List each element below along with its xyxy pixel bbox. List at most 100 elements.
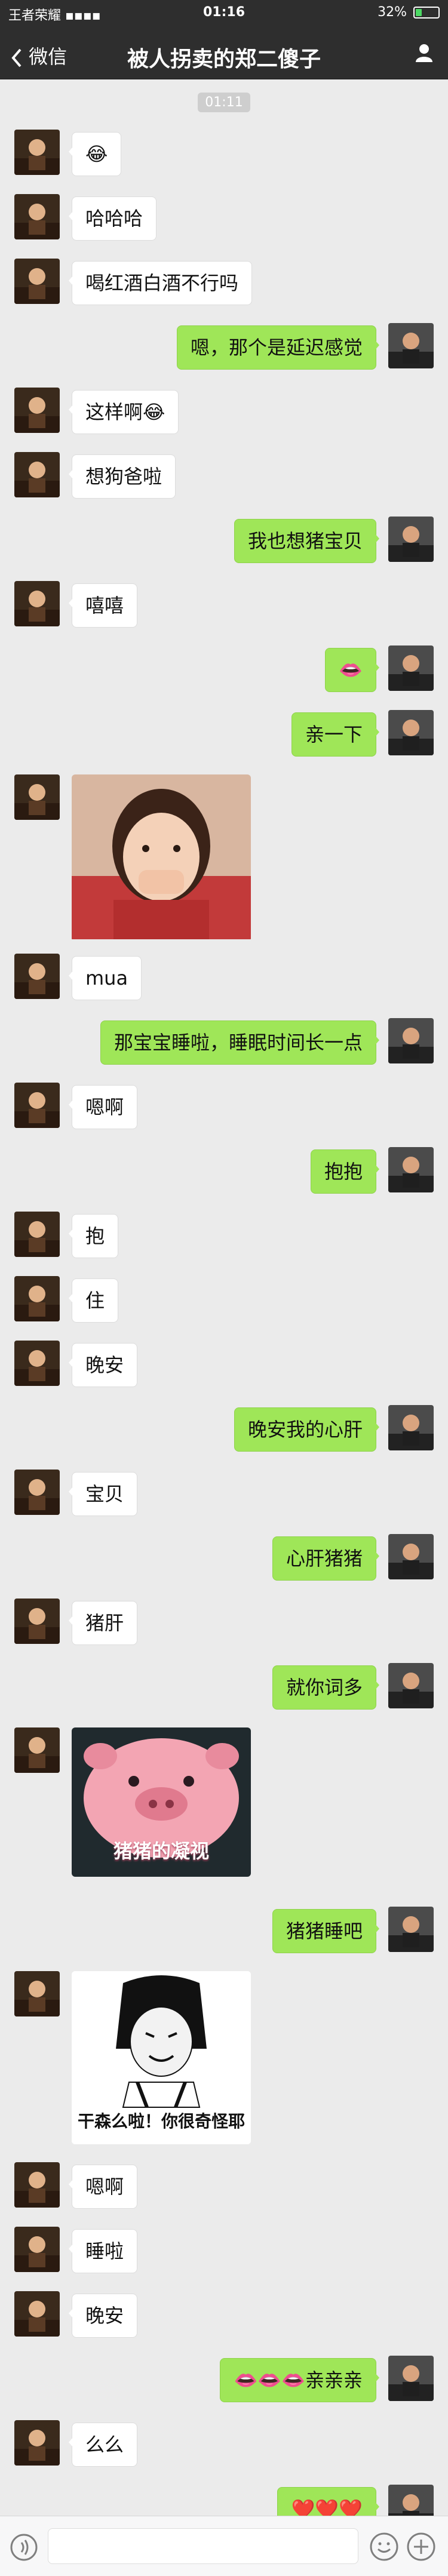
message-text: 想狗爸啦 — [85, 465, 162, 488]
message-bubble[interactable]: 就你词多 — [272, 1665, 380, 1710]
message-text: 晚安我的心肝 — [247, 1418, 363, 1441]
message-text: 👄 — [339, 659, 363, 681]
contact-avatar[interactable] — [14, 1971, 60, 2016]
message-text: 👄👄👄亲亲亲 — [234, 2369, 363, 2391]
message-input[interactable] — [48, 2528, 358, 2564]
self-avatar[interactable] — [388, 323, 434, 368]
sticker-caption: 猪猪的凝视 — [113, 1840, 209, 1862]
contact-avatar[interactable] — [14, 1727, 60, 1773]
message-text: 抱抱 — [324, 1160, 363, 1183]
message-bubble[interactable]: 嗯，那个是延迟感觉 — [176, 325, 380, 370]
chat-area[interactable]: 01:11 😂 哈哈哈喝红酒白酒不行吗嗯，那个是延迟感觉这样啊😂 想狗爸啦我也想猪宝… — [0, 79, 448, 2531]
status-bar: 王者荣耀 ▪▪▪▪ 01:16 32% — [0, 0, 448, 26]
message-text: 我也想猪宝贝 — [247, 530, 363, 552]
message-text: 猪肝 — [85, 1612, 124, 1634]
message-text: 晚安 — [85, 2304, 124, 2327]
message-text: 哈哈哈 — [85, 207, 143, 230]
message-bubble[interactable]: 心肝猪猪 — [272, 1536, 380, 1581]
chat-header: 微信 被人拐卖的郑二傻子 — [0, 26, 448, 79]
meme-sticker[interactable]: 干森么啦！你很奇怪耶 — [72, 1971, 251, 2144]
message-bubble[interactable]: 猪肝 — [68, 1601, 138, 1645]
message-bubble[interactable]: 哈哈哈 — [68, 196, 157, 241]
message-text: 抱 — [85, 1225, 105, 1247]
contact-avatar[interactable] — [14, 2291, 60, 2337]
message-bubble[interactable]: 睡啦 — [68, 2229, 138, 2273]
self-avatar[interactable] — [388, 2356, 434, 2401]
message-bubble[interactable]: 👄 — [325, 648, 379, 692]
contact-avatar[interactable] — [14, 452, 60, 497]
message-text: 亲一下 — [305, 723, 363, 746]
battery-percent: 32% — [378, 5, 407, 20]
battery-icon — [413, 7, 440, 19]
message-bubble[interactable]: 猪猪睡吧 — [272, 1909, 380, 1953]
emoji-icon[interactable] — [369, 2532, 399, 2562]
contact-avatar[interactable] — [14, 954, 60, 999]
message-bubble[interactable]: 嘻嘻 — [68, 583, 138, 628]
message-text: 猪猪睡吧 — [286, 1920, 363, 1942]
message-text: 😂 — [85, 143, 108, 165]
message-text: 嘻嘻 — [85, 594, 124, 617]
message-bubble[interactable]: 晚安 — [68, 2294, 138, 2338]
message-bubble[interactable]: 嗯啊 — [68, 2165, 138, 2209]
self-avatar[interactable] — [388, 1663, 434, 1708]
message-bubble[interactable]: 那宝宝睡啦，睡眠时间长一点 — [100, 1020, 380, 1065]
timestamp: 01:11 — [0, 93, 448, 112]
self-avatar[interactable] — [388, 1907, 434, 1952]
message-bubble[interactable]: 😂 — [68, 132, 122, 176]
contact-avatar[interactable] — [14, 1470, 60, 1515]
message-bubble[interactable]: 宝贝 — [68, 1472, 138, 1516]
message-text: 嗯啊 — [85, 1096, 124, 1118]
message-text: 住 — [85, 1289, 105, 1312]
contact-avatar[interactable] — [14, 1599, 60, 1644]
message-bubble[interactable]: 👄👄👄亲亲亲 — [220, 2358, 379, 2402]
sticker-caption: 干森么啦！你很奇怪耶 — [77, 2111, 245, 2131]
message-bubble[interactable]: 这样啊😂 — [68, 390, 179, 434]
contact-avatar[interactable] — [14, 194, 60, 239]
voice-icon[interactable] — [10, 2533, 38, 2562]
self-avatar[interactable] — [388, 710, 434, 755]
message-text: 嗯，那个是延迟感觉 — [190, 336, 363, 359]
message-bubble[interactable]: 喝红酒白酒不行吗 — [68, 261, 253, 305]
self-avatar[interactable] — [388, 1147, 434, 1192]
message-bubble[interactable]: 抱 — [68, 1214, 119, 1258]
message-bubble[interactable]: 抱抱 — [310, 1149, 380, 1194]
self-avatar[interactable] — [388, 1018, 434, 1063]
contact-avatar[interactable] — [14, 130, 60, 175]
message-bubble[interactable]: 晚安 — [68, 1343, 138, 1387]
contact-avatar[interactable] — [14, 2227, 60, 2272]
message-text: 睡啦 — [85, 2240, 124, 2263]
contact-avatar[interactable] — [14, 259, 60, 304]
message-text: mua — [85, 967, 128, 989]
input-bar — [0, 2516, 448, 2576]
message-bubble[interactable]: 我也想猪宝贝 — [234, 519, 380, 563]
profile-icon[interactable] — [413, 42, 435, 63]
message-bubble[interactable]: 想狗爸啦 — [68, 454, 176, 499]
message-bubble[interactable]: 晚安我的心肝 — [234, 1407, 380, 1452]
contact-avatar[interactable] — [14, 1276, 60, 1321]
message-text: 么么 — [85, 2433, 124, 2456]
self-avatar[interactable] — [388, 1405, 434, 1450]
message-bubble[interactable]: 嗯啊 — [68, 1085, 138, 1129]
contact-avatar[interactable] — [14, 388, 60, 433]
message-text: 嗯啊 — [85, 2175, 124, 2198]
contact-avatar[interactable] — [14, 774, 60, 820]
self-avatar[interactable] — [388, 1534, 434, 1579]
photo-message[interactable] — [72, 774, 251, 942]
contact-avatar[interactable] — [14, 1083, 60, 1128]
contact-avatar[interactable] — [14, 1212, 60, 1257]
self-avatar[interactable] — [388, 517, 434, 562]
plus-icon[interactable] — [406, 2532, 436, 2562]
message-bubble[interactable]: 亲一下 — [291, 712, 380, 757]
chat-title: 被人拐卖的郑二傻子 — [127, 47, 321, 72]
message-bubble[interactable]: mua — [68, 956, 142, 1000]
self-avatar[interactable] — [388, 645, 434, 691]
battery-indicator: 32% — [378, 5, 440, 20]
pig-sticker[interactable]: 猪猪的凝视 — [72, 1727, 251, 1877]
message-bubble[interactable]: 住 — [68, 1278, 119, 1323]
message-text: 这样啊😂 — [85, 401, 165, 423]
contact-avatar[interactable] — [14, 2420, 60, 2466]
contact-avatar[interactable] — [14, 2162, 60, 2208]
message-bubble[interactable]: 么么 — [68, 2423, 138, 2467]
contact-avatar[interactable] — [14, 581, 60, 626]
contact-avatar[interactable] — [14, 1341, 60, 1386]
